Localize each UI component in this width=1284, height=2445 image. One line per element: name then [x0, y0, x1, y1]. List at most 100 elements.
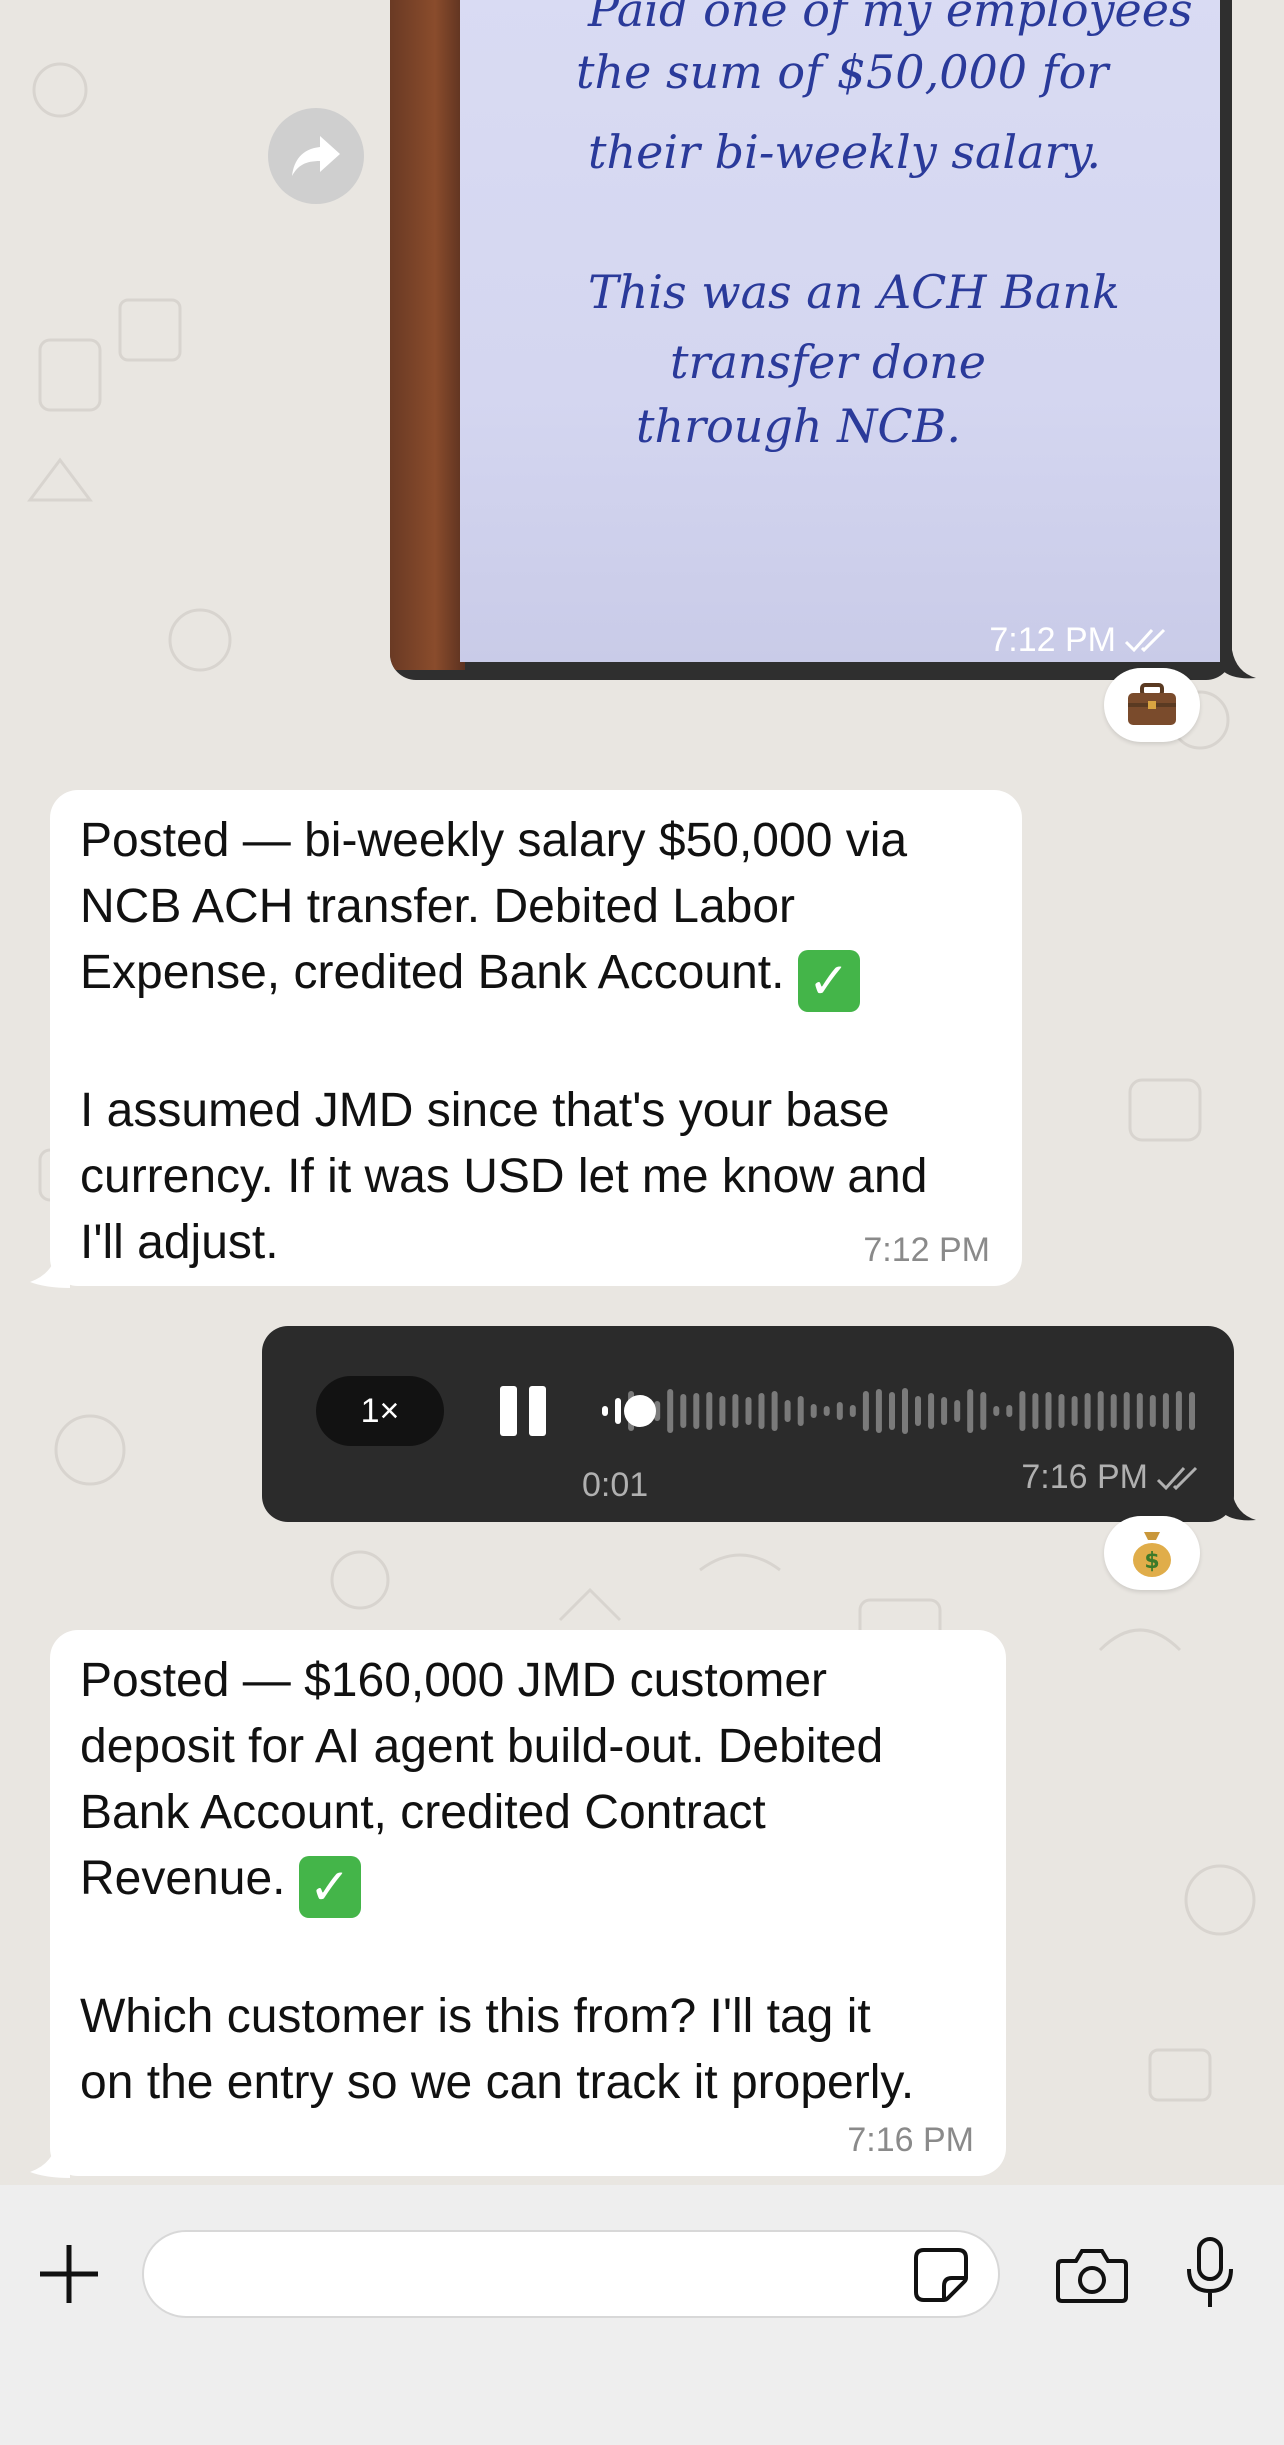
photo-message[interactable]: Paid one of my employees the sum of $50,… — [390, 0, 1232, 680]
sticker-button[interactable] — [912, 2246, 970, 2309]
waveform-bar — [732, 1394, 739, 1428]
message-text: Revenue. ✓ — [80, 1846, 976, 1918]
forward-button[interactable] — [268, 108, 364, 204]
message-text: Posted — bi-weekly salary $50,000 via — [80, 814, 908, 867]
message-text: Bank Account, credited Contract — [80, 1786, 766, 1839]
waveform-bar — [667, 1389, 674, 1433]
incoming-message[interactable]: Posted — bi-weekly salary $50,000 via NC… — [50, 790, 1022, 1286]
waveform-bar — [1019, 1391, 1026, 1431]
note-line: transfer done — [670, 335, 986, 389]
waveform-bar — [758, 1393, 765, 1429]
reaction-money-bag[interactable]: $ — [1104, 1516, 1200, 1590]
waveform-bar — [980, 1392, 987, 1430]
waveform-bar — [1084, 1393, 1091, 1429]
waveform-bar — [1189, 1392, 1195, 1430]
waveform-bar — [602, 1406, 608, 1416]
note-line: Paid one of my employees — [588, 0, 1193, 37]
message-text: Posted — $160,000 JMD customer — [80, 1654, 828, 1707]
waveform-bar — [797, 1396, 804, 1426]
message-text: on the entry so we can track it properly… — [80, 2056, 915, 2109]
waveform-bar — [902, 1388, 908, 1434]
waveform-bar — [849, 1405, 856, 1417]
message-text: I'll adjust. — [80, 1216, 279, 1269]
waveform-bar — [1045, 1392, 1052, 1430]
briefcase-icon — [1128, 683, 1176, 725]
waveform-bar — [1162, 1393, 1169, 1429]
waveform-bar — [693, 1393, 700, 1429]
waveform-bar — [1058, 1394, 1065, 1428]
check-mark-emoji: ✓ — [298, 1856, 361, 1918]
microphone-icon — [1187, 2237, 1233, 2307]
waveform-bar — [771, 1391, 778, 1431]
camera-button[interactable] — [1056, 2247, 1128, 2308]
waveform-bar — [719, 1396, 726, 1426]
waveform-bar — [954, 1400, 961, 1422]
attach-button[interactable] — [38, 2243, 100, 2310]
voice-timestamp: 7:16 PM — [1021, 1458, 1204, 1497]
message-timestamp: 7:12 PM — [863, 1231, 990, 1269]
waveform-bar — [745, 1397, 752, 1425]
forward-icon — [292, 136, 340, 176]
waveform-bar — [993, 1406, 1000, 1416]
camera-icon — [1056, 2249, 1128, 2303]
note-line: through NCB. — [636, 399, 961, 453]
voice-message[interactable]: 1× 0:01 7:16 PM — [262, 1326, 1234, 1522]
svg-text:$: $ — [1144, 1549, 1159, 1574]
waveform-bar — [862, 1391, 869, 1431]
incoming-message[interactable]: Posted — $160,000 JMD customer deposit f… — [50, 1630, 1006, 2176]
waveform-bar — [680, 1394, 687, 1428]
money-bag-icon: $ — [1133, 1532, 1171, 1577]
message-text: deposit for AI agent build-out. Debited — [80, 1720, 884, 1773]
note-line: This was an ACH Bank — [588, 265, 1120, 319]
waveform-bar — [823, 1406, 830, 1416]
waveform-bar — [706, 1392, 713, 1430]
photo-bubble-tail — [1222, 650, 1256, 679]
waveform-bar — [1071, 1396, 1078, 1426]
photo-table-edge — [390, 0, 465, 670]
waveform-bar — [1136, 1393, 1143, 1429]
message-text-span: Revenue. — [80, 1852, 286, 1905]
waveform-bar — [928, 1393, 935, 1429]
waveform-bar — [615, 1398, 621, 1424]
double-check-icon — [1124, 628, 1166, 653]
input-bar — [0, 2185, 1284, 2445]
note-line: their bi-weekly salary. — [588, 125, 1102, 179]
pause-button[interactable] — [500, 1386, 550, 1436]
waveform-bar — [1006, 1405, 1013, 1417]
double-check-icon — [1156, 1466, 1198, 1490]
voice-time-text: 7:16 PM — [1021, 1458, 1148, 1496]
message-timestamp: 7:16 PM — [847, 2121, 974, 2159]
waveform-bar — [941, 1397, 948, 1425]
reaction-briefcase[interactable] — [1104, 668, 1200, 742]
pause-icon — [500, 1386, 517, 1436]
check-mark-emoji: ✓ — [797, 950, 860, 1012]
handwritten-note-image: Paid one of my employees the sum of $50,… — [460, 0, 1220, 662]
note-line: the sum of $50,000 for — [576, 45, 1109, 99]
playback-speed-button[interactable]: 1× — [316, 1376, 444, 1446]
message-text: I assumed JMD since that's your base — [80, 1084, 890, 1137]
message-text: Which customer is this from? I'll tag it — [80, 1990, 871, 2043]
waveform-bar — [1097, 1391, 1104, 1431]
microphone-button[interactable] — [1184, 2237, 1236, 2314]
photo-timestamp: 7:12 PM — [989, 620, 1172, 660]
voice-duration: 0:01 — [582, 1466, 649, 1504]
waveform-bar — [784, 1400, 791, 1422]
waveform-bar — [1110, 1394, 1117, 1428]
playhead-handle[interactable] — [624, 1395, 656, 1427]
plus-icon — [40, 2245, 98, 2303]
message-text: Expense, credited Bank Account. ✓ — [80, 940, 992, 1012]
waveform-bar — [915, 1396, 921, 1426]
waveform-bar — [889, 1392, 895, 1430]
waveform-bar — [1032, 1393, 1039, 1429]
message-input[interactable] — [142, 2230, 1000, 2318]
waveform-bar — [1149, 1395, 1156, 1427]
voice-bubble-tail — [1222, 1492, 1256, 1521]
waveform-bar — [875, 1389, 882, 1433]
message-text-span: Expense, credited Bank Account. — [80, 946, 785, 999]
waveform-bar — [1123, 1392, 1130, 1430]
audio-waveform[interactable] — [602, 1366, 1202, 1456]
photo-time-text: 7:12 PM — [989, 621, 1116, 659]
message-text: currency. If it was USD let me know and — [80, 1150, 928, 1203]
waveform-bar — [810, 1404, 817, 1418]
sticker-icon — [914, 2248, 968, 2302]
